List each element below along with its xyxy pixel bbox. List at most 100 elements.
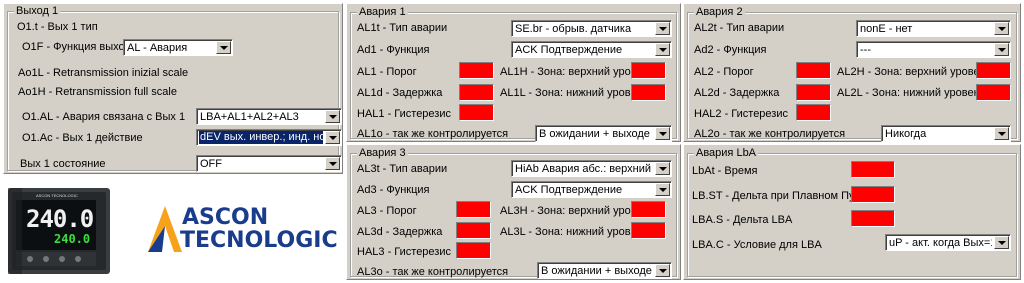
- o1f-value: AL - Авария: [127, 42, 188, 54]
- chevron-down-icon[interactable]: [994, 127, 1009, 140]
- chevron-down-icon[interactable]: [994, 43, 1009, 56]
- ascon-tecnologic-logo: ASCON TECNOLOGIC: [148, 204, 338, 260]
- o1ac-value: dEV вых. инвер.; инд. норм.: [199, 131, 323, 144]
- chevron-down-icon[interactable]: [655, 183, 670, 196]
- logo-mark-icon: [148, 206, 182, 252]
- al3o-value: В ожидании + выходе за ди: [541, 265, 653, 277]
- o1ac-dropdown[interactable]: dEV вых. инвер.; инд. норм.: [196, 129, 342, 146]
- al2d-field[interactable]: [796, 84, 831, 101]
- chevron-down-icon[interactable]: [655, 264, 670, 277]
- ad3-dropdown[interactable]: ACK Подтверждение: [511, 181, 672, 198]
- lbas-field[interactable]: [851, 210, 895, 227]
- chevron-down-icon[interactable]: [994, 236, 1009, 249]
- al1t-value: SE.br - обрыв. датчика: [515, 23, 632, 35]
- al1o-label: AL1o - так же контролируется: [357, 128, 509, 140]
- al3t-label: AL3t - Тип аварии: [357, 163, 448, 175]
- alarm1-title: Авария 1: [357, 6, 408, 19]
- o1f-dropdown[interactable]: AL - Авария: [123, 39, 233, 56]
- ad2-value: ---: [860, 44, 871, 56]
- hal3-label: HAL3 - Гистерезис: [357, 246, 451, 258]
- chevron-down-icon[interactable]: [655, 127, 670, 140]
- al3o-dropdown[interactable]: В ожидании + выходе за ди: [537, 262, 672, 279]
- al3-threshold-field[interactable]: [456, 201, 491, 218]
- alarm3-panel: Авария 3 AL3t - Тип аварии HiAb Авария а…: [346, 144, 681, 280]
- al2d-label: AL2d - Задержка: [694, 87, 780, 99]
- device-brand: ASCON TECNOLOGIC: [36, 193, 78, 198]
- output1-panel: Выход 1 O1.t - Вых 1 тип O1F - Функция в…: [3, 3, 343, 174]
- o1f-label: O1F - Функция выхода: [22, 41, 137, 53]
- lbst-field[interactable]: [851, 186, 895, 203]
- al2h-field[interactable]: [976, 62, 1011, 79]
- ao1l-label: Ao1L - Retransmission inizial scale: [18, 67, 189, 79]
- ad1-value: ACK Подтверждение: [515, 44, 623, 56]
- lbst-label: LB.ST - Дельта при Плавном Пуске: [692, 190, 871, 202]
- device-display-top: 240.0: [26, 205, 94, 233]
- logo-line2: TECNOLOGIC: [180, 228, 338, 253]
- al3l-field[interactable]: [631, 222, 666, 239]
- al2-threshold-label: AL2 - Порог: [694, 66, 754, 78]
- lbat-label: LbAt - Время: [692, 165, 758, 177]
- chevron-down-icon[interactable]: [655, 22, 670, 35]
- chevron-down-icon[interactable]: [325, 157, 340, 170]
- al1t-label: AL1t - Тип аварии: [357, 22, 448, 34]
- al2t-value: nonE - нет: [860, 23, 913, 35]
- ad1-dropdown[interactable]: ACK Подтверждение: [511, 41, 672, 58]
- output-state-dropdown[interactable]: OFF: [196, 155, 342, 172]
- lba-panel: Авария LbA LbAt - Время LB.ST - Дельта п…: [683, 144, 1021, 280]
- logo-line1: ASCON: [182, 205, 269, 230]
- al1d-label: AL1d - Задержка: [357, 87, 443, 99]
- al2l-label: AL2L - Зона: нижний уровень: [837, 87, 986, 99]
- hal2-field[interactable]: [796, 104, 831, 121]
- chevron-down-icon[interactable]: [325, 110, 340, 123]
- al1-threshold-field[interactable]: [459, 62, 494, 79]
- o1al-dropdown[interactable]: LBA+AL1+AL2+AL3: [196, 108, 342, 125]
- ad2-label: Ad2 - Функция: [694, 44, 767, 56]
- al1l-label: AL1L - Зона: нижний уровень: [500, 87, 649, 99]
- al1l-field[interactable]: [631, 84, 666, 101]
- al3-threshold-label: AL3 - Порог: [357, 205, 417, 217]
- al1o-dropdown[interactable]: В ожидании + выходе за ди: [535, 125, 672, 142]
- hal1-label: HAL1 - Гистерезис: [357, 108, 451, 120]
- al2o-dropdown[interactable]: Никогда: [881, 125, 1011, 142]
- output-state-value: OFF: [200, 158, 222, 170]
- al2h-label: AL2H - Зона: верхний уровень: [837, 66, 992, 78]
- al3h-field[interactable]: [631, 201, 666, 218]
- o1ac-label: O1.Ac - Вых 1 действие: [22, 132, 143, 144]
- al2-threshold-field[interactable]: [796, 62, 831, 79]
- chevron-down-icon[interactable]: [325, 131, 340, 144]
- al2l-field[interactable]: [976, 84, 1011, 101]
- lbac-label: LBA.C - Условие для LBA: [692, 239, 822, 251]
- lbac-value: uP - акт. когда Вых=100%: [889, 237, 992, 249]
- al2t-dropdown[interactable]: nonE - нет: [856, 20, 1011, 37]
- lbac-dropdown[interactable]: uP - акт. когда Вых=100%: [885, 234, 1011, 251]
- chevron-down-icon[interactable]: [655, 162, 670, 175]
- al2o-label: AL2o - так же контролируется: [694, 128, 846, 140]
- al3d-field[interactable]: [456, 222, 491, 239]
- controller-device-image: ASCON TECNOLOGIC 240.0 240.0: [4, 182, 116, 278]
- al3o-label: AL3o - так же контролируется: [357, 266, 509, 278]
- hal3-field[interactable]: [456, 242, 491, 259]
- lbat-field[interactable]: [851, 161, 895, 178]
- al1d-field[interactable]: [459, 84, 494, 101]
- al3d-label: AL3d - Задержка: [357, 226, 443, 238]
- al1o-value: В ожидании + выходе за ди: [539, 128, 653, 140]
- al1h-field[interactable]: [631, 62, 666, 79]
- ao1h-label: Ao1H - Retransmission full scale: [18, 86, 177, 98]
- al2t-label: AL2t - Тип аварии: [694, 22, 785, 34]
- hal1-field[interactable]: [459, 104, 494, 121]
- al1-threshold-label: AL1 - Порог: [357, 66, 417, 78]
- al1t-dropdown[interactable]: SE.br - обрыв. датчика: [511, 20, 672, 37]
- o1al-label: O1.AL - Авария связана с Вых 1: [22, 111, 186, 123]
- output1-title: Выход 1: [14, 5, 61, 18]
- al3t-dropdown[interactable]: HiAb Авария абс.: верхний порог: [511, 160, 672, 177]
- chevron-down-icon[interactable]: [994, 22, 1009, 35]
- alarm2-panel: Авария 2 AL2t - Тип аварии nonE - нет Ad…: [683, 3, 1021, 142]
- lbas-label: LBA.S - Дельта LBA: [692, 214, 793, 226]
- chevron-down-icon[interactable]: [216, 41, 231, 54]
- alarm1-panel: Авария 1 AL1t - Тип аварии SE.br - обрыв…: [346, 3, 681, 142]
- lba-title: Авария LbA: [694, 147, 759, 160]
- device-display-bottom: 240.0: [54, 232, 91, 246]
- ad2-dropdown[interactable]: ---: [856, 41, 1011, 58]
- chevron-down-icon[interactable]: [655, 43, 670, 56]
- o1al-value: LBA+AL1+AL2+AL3: [200, 111, 299, 123]
